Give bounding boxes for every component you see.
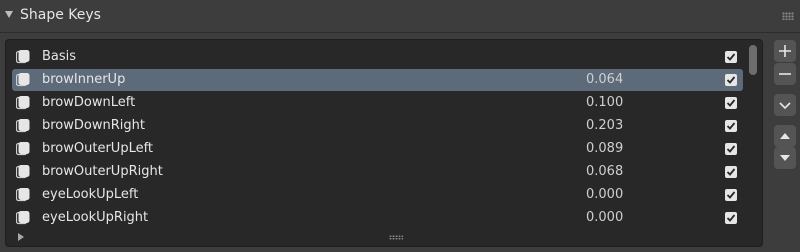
mute-checkbox[interactable] [725, 120, 737, 132]
mute-checkbox[interactable] [725, 51, 737, 63]
chevron-down-icon [779, 102, 791, 110]
shape-key-name[interactable]: eyeLookUpRight [42, 210, 148, 225]
shape-key-icon [16, 142, 30, 156]
mute-checkbox[interactable] [725, 212, 737, 224]
shape-key-icon [16, 211, 30, 225]
check-icon [726, 145, 736, 153]
mute-checkbox[interactable] [725, 189, 737, 201]
shape-key-name[interactable]: browInnerUp [42, 72, 125, 87]
shape-key-value[interactable]: 0.064 [586, 72, 646, 87]
shape-keys-panel: Shape Keys Basis browInnerUp 0.064 browD… [0, 0, 800, 252]
list-item[interactable]: eyeLookUpRight 0.000 [12, 207, 743, 229]
move-down-button[interactable] [774, 147, 796, 169]
check-icon [726, 122, 736, 130]
check-icon [726, 53, 736, 61]
shape-key-name[interactable]: browOuterUpLeft [42, 141, 153, 156]
shape-key-value[interactable]: 0.068 [586, 164, 646, 179]
shape-key-list: Basis browInnerUp 0.064 browDownLeft 0.1… [5, 39, 763, 247]
check-icon [726, 99, 736, 107]
check-icon [726, 191, 736, 199]
remove-icon [779, 73, 791, 75]
list-item-selected[interactable]: browInnerUp 0.064 [12, 69, 743, 91]
move-up-icon [780, 133, 790, 139]
list-item[interactable]: browDownRight 0.203 [12, 115, 743, 137]
check-icon [726, 168, 736, 176]
list-item[interactable]: browOuterUpRight 0.068 [12, 161, 743, 183]
shape-key-name[interactable]: browOuterUpRight [42, 164, 163, 179]
shape-key-icon [16, 165, 30, 179]
list-scrollbar[interactable] [749, 45, 757, 75]
shape-key-icon [16, 50, 30, 64]
shape-key-name[interactable]: browDownLeft [42, 95, 135, 110]
mute-checkbox[interactable] [725, 143, 737, 155]
panel-title: Shape Keys [20, 7, 101, 23]
check-icon [726, 214, 736, 222]
move-down-icon [780, 155, 790, 161]
shape-key-specials-button[interactable] [774, 94, 796, 116]
triangle-down-icon[interactable] [5, 11, 13, 18]
shape-key-name[interactable]: browDownRight [42, 118, 145, 133]
shape-key-icon [16, 73, 30, 87]
list-item[interactable]: eyeLookUpLeft 0.000 [12, 184, 743, 206]
shape-key-icon [16, 119, 30, 133]
list-item[interactable]: browOuterUpLeft 0.089 [12, 138, 743, 160]
shape-key-value[interactable]: 0.203 [586, 118, 646, 133]
shape-key-name[interactable]: eyeLookUpLeft [42, 187, 138, 202]
grip-dots-icon[interactable] [782, 12, 794, 20]
mute-checkbox[interactable] [725, 166, 737, 178]
mute-checkbox[interactable] [725, 74, 737, 86]
shape-key-value[interactable]: 0.089 [586, 141, 646, 156]
mute-checkbox[interactable] [725, 97, 737, 109]
panel-header[interactable]: Shape Keys [0, 0, 800, 33]
check-icon [726, 76, 736, 84]
list-item[interactable]: Basis [12, 46, 743, 68]
shape-key-icon [16, 96, 30, 110]
add-icon [779, 45, 791, 57]
shape-key-value[interactable]: 0.000 [586, 187, 646, 202]
add-shape-key-button[interactable] [774, 40, 796, 62]
shape-key-value[interactable]: 0.000 [586, 210, 646, 225]
list-item[interactable]: browDownLeft 0.100 [12, 92, 743, 114]
list-resize-grip-icon[interactable] [389, 235, 403, 240]
filter-expand-icon[interactable] [18, 233, 24, 241]
remove-shape-key-button[interactable] [774, 63, 796, 85]
shape-key-icon [16, 188, 30, 202]
shape-key-value[interactable]: 0.100 [586, 95, 646, 110]
move-up-button[interactable] [774, 125, 796, 147]
shape-key-name[interactable]: Basis [42, 49, 76, 64]
